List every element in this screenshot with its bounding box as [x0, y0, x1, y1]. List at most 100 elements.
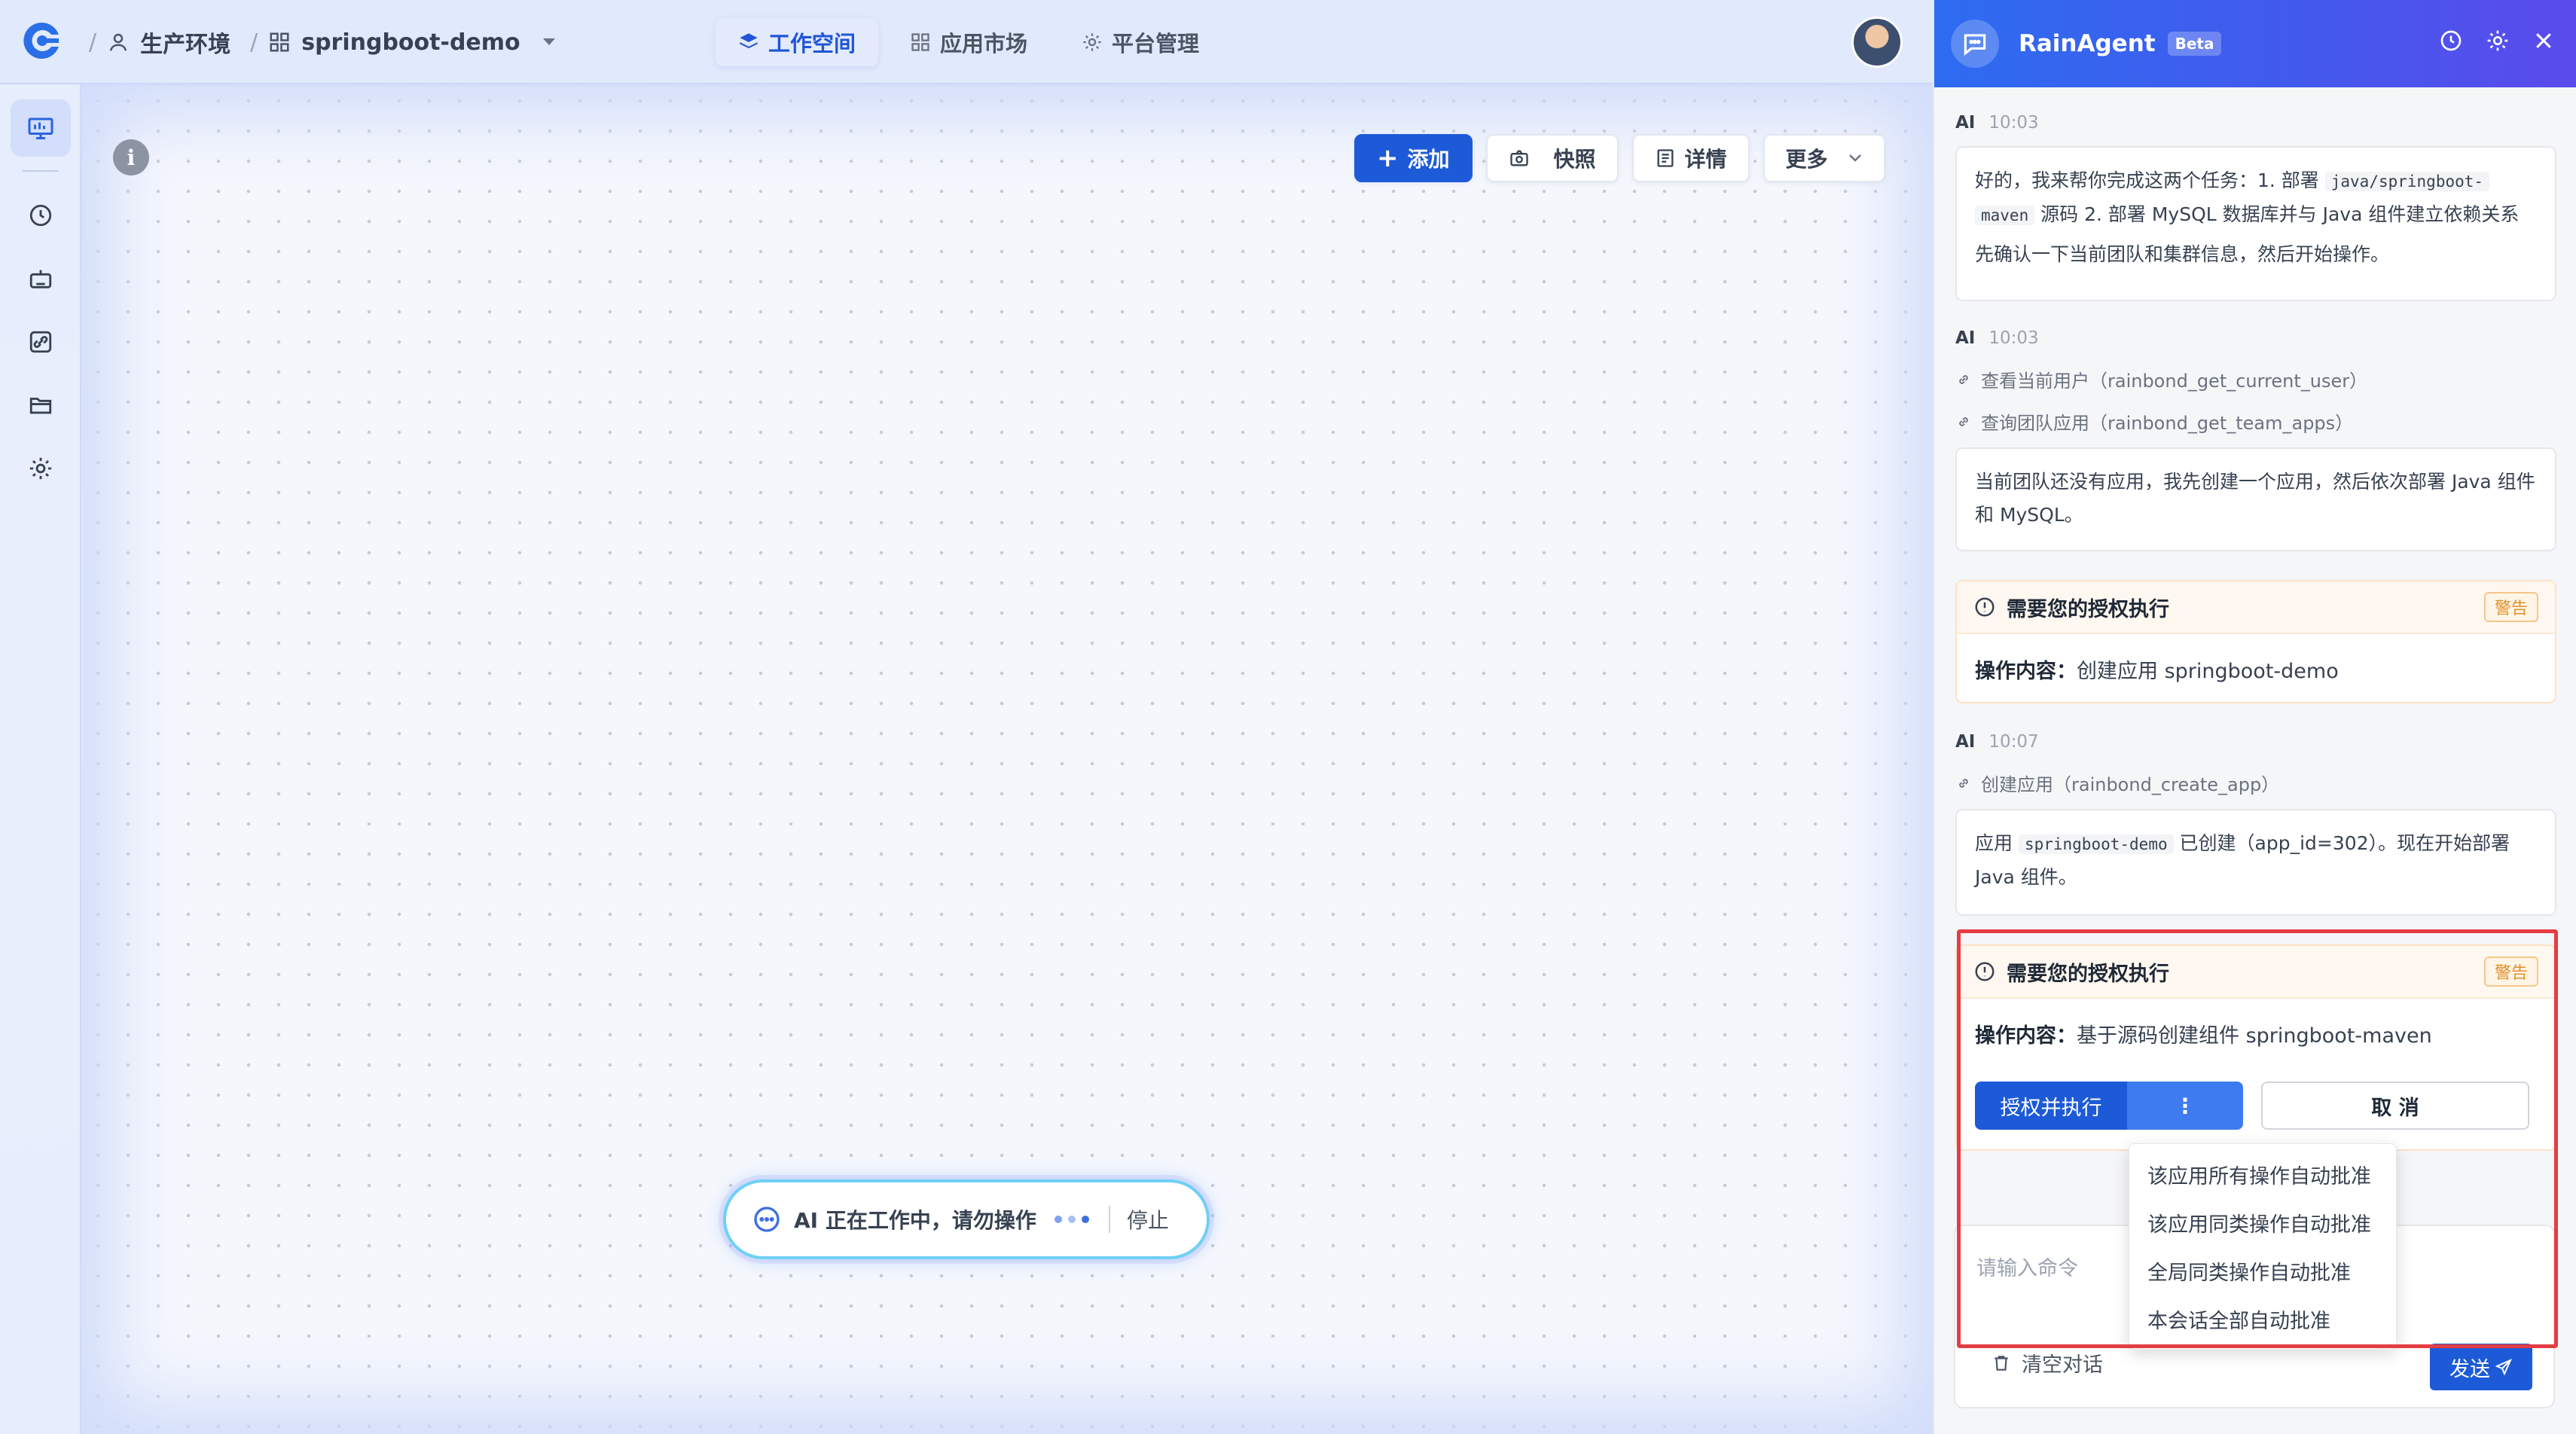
left-sidebar [0, 84, 81, 1434]
details-button-label: 详情 [1684, 147, 1727, 172]
agent-chat-icon [1951, 20, 1999, 68]
history-icon[interactable] [2439, 29, 2463, 53]
stop-button[interactable]: 停止 [1127, 1204, 1169, 1234]
message-bubble: 好的，我来帮你完成这两个任务：1. 部署 java/springboot- ma… [1955, 146, 2556, 301]
message-bubble: 应用 springboot-demo 已创建（app_id=302）。现在开始部… [1955, 809, 2556, 916]
info-icon-glyph: i [127, 145, 136, 170]
plus-icon: + [1377, 143, 1399, 173]
sidebar-item-settings[interactable] [11, 440, 71, 497]
message-text: 当前团队还没有应用，我先创建一个应用，然后依次部署 Java 组件和 MySQL… [1975, 471, 2535, 526]
add-button-label: 添加 [1407, 147, 1450, 172]
agent-title: RainAgent [2019, 30, 2156, 57]
approval-title: 需要您的授权执行 [2007, 597, 2169, 621]
top-navigation-bar: / 生产环境 / springboot-demo 工作空间 应用市场 平台管理 [0, 0, 1933, 84]
message-author: AI [1955, 732, 1976, 752]
approval-card: 需要您的授权执行 警告 操作内容： 创建应用 springboot-demo [1955, 580, 2556, 703]
message-meta: AI 10:07 [1955, 732, 2039, 752]
settings-icon[interactable] [2486, 29, 2510, 53]
message-time: 10:03 [1988, 113, 2039, 133]
canvas-toolbar: + 添加 快照 详情 更多 [1354, 134, 1885, 182]
auto-approve-menu: 该应用所有操作自动批准 该应用同类操作自动批准 全局同类操作自动批准 本会话全部… [2129, 1143, 2397, 1350]
menu-item-app-similar[interactable]: 该应用同类操作自动批准 [2129, 1198, 2396, 1246]
sidebar-item-links[interactable] [11, 313, 71, 371]
warning-tag: 警告 [2483, 592, 2538, 622]
approval-body: 操作内容： 基于源码创建组件 springboot-maven [1957, 999, 2555, 1068]
approval-title: 需要您的授权执行 [2007, 962, 2169, 986]
tab-workspace-label: 工作空间 [768, 31, 856, 56]
send-icon [2495, 1358, 2513, 1376]
approval-header: 需要您的授权执行 警告 [1957, 581, 2555, 634]
tool-call: 创建应用（rainbond_create_app） [1955, 770, 2279, 796]
grid-app-icon [268, 31, 291, 53]
approval-content: 创建应用 springboot-demo [2077, 659, 2339, 683]
info-icon[interactable]: i [113, 139, 149, 175]
alert-circle-icon [1973, 596, 1996, 618]
chat-bubble-icon [752, 1204, 782, 1234]
approve-execute-button[interactable]: 授权并执行 [1975, 1082, 2127, 1130]
main-nav-tabs: 工作空间 应用市场 平台管理 [716, 18, 1222, 66]
send-button-label: 发送 [2449, 1357, 2490, 1381]
tool-call: 查询团队应用（rainbond_get_team_apps） [1955, 408, 2353, 435]
chevron-down-icon [1848, 153, 1863, 163]
approve-options-button[interactable]: ⋮ [2127, 1082, 2243, 1130]
tool-call-label: 查看当前用户（rainbond_get_current_user） [1981, 371, 2368, 392]
warning-tag: 警告 [2483, 957, 2538, 987]
link-icon [1955, 413, 1972, 430]
menu-item-global-similar[interactable]: 全局同类操作自动批准 [2129, 1246, 2396, 1295]
sidebar-item-history[interactable] [11, 187, 71, 244]
tab-platform-admin-label: 平台管理 [1112, 31, 1200, 56]
beta-badge: Beta [2167, 32, 2222, 56]
clear-conversation-button[interactable]: 清空对话 [1992, 1348, 2103, 1378]
breadcrumb-app[interactable]: springboot-demo [301, 29, 520, 56]
rainbond-logo-icon[interactable] [21, 20, 63, 62]
message-text: 应用 springboot-demo 已创建（app_id=302）。现在开始部… [1975, 827, 2537, 894]
sidebar-item-files[interactable] [11, 377, 71, 434]
tab-app-market[interactable]: 应用市场 [887, 18, 1050, 66]
inline-code: maven [1975, 206, 2035, 225]
tab-workspace[interactable]: 工作空间 [716, 18, 879, 66]
user-avatar[interactable] [1851, 17, 1903, 68]
add-button[interactable]: + 添加 [1354, 134, 1473, 182]
message-time: 10:07 [1988, 732, 2039, 752]
cancel-button[interactable]: 取 消 [2261, 1082, 2529, 1130]
user-icon [107, 31, 130, 53]
pill-divider [1108, 1206, 1110, 1233]
sidebar-item-monitor[interactable] [11, 99, 71, 157]
details-button[interactable]: 详情 [1631, 134, 1750, 182]
breadcrumb-environment[interactable]: 生产环境 [140, 26, 230, 59]
ai-working-indicator: AI 正在工作中，请勿操作 停止 [723, 1179, 1210, 1259]
message-time: 10:03 [1988, 328, 2039, 348]
layers-icon [738, 32, 759, 53]
command-input-placeholder: 请输入命令 [1976, 1257, 2078, 1280]
sidebar-divider [23, 170, 59, 172]
inline-code: java/springboot- [2324, 172, 2490, 191]
clear-conversation-label: 清空对话 [2022, 1353, 2103, 1377]
gear-icon [1082, 32, 1103, 53]
workspace-app: / 生产环境 / springboot-demo 工作空间 应用市场 平台管理 … [0, 0, 1933, 1434]
menu-item-session-all[interactable]: 本会话全部自动批准 [2129, 1295, 2396, 1343]
close-icon[interactable] [2532, 29, 2555, 53]
gear-icon [28, 456, 53, 481]
approval-body: 操作内容： 创建应用 springboot-demo [1957, 634, 2555, 702]
message-text-part: 应用 [1975, 832, 2019, 854]
message-meta: AI 10:03 [1955, 113, 2039, 133]
message-author: AI [1955, 328, 1976, 348]
sidebar-item-agent[interactable] [11, 250, 71, 307]
approval-label: 操作内容： [1975, 659, 2077, 683]
approval-card-active: 需要您的授权执行 警告 操作内容： 基于源码创建组件 springboot-ma… [1955, 944, 2556, 1151]
message-text-part: 源码 2. 部署 MySQL 数据库并与 Java 组件建立依赖关系 [2034, 203, 2520, 225]
send-button[interactable]: 发送 [2430, 1344, 2532, 1390]
loading-dots-icon [1054, 1216, 1089, 1223]
approval-header: 需要您的授权执行 警告 [1957, 946, 2555, 999]
robot-icon [28, 266, 53, 291]
message-meta: AI 10:03 [1955, 328, 2039, 348]
caret-down-icon[interactable] [542, 37, 557, 47]
snapshot-button-label: 快照 [1553, 147, 1596, 172]
more-button[interactable]: 更多 [1763, 134, 1885, 182]
message-bubble: 当前团队还没有应用，我先创建一个应用，然后依次部署 Java 组件和 MySQL… [1955, 447, 2556, 551]
tab-platform-admin[interactable]: 平台管理 [1059, 18, 1222, 66]
camera-icon [1509, 148, 1530, 169]
snapshot-button[interactable]: 快照 [1485, 134, 1619, 182]
menu-item-app-all[interactable]: 该应用所有操作自动批准 [2129, 1150, 2396, 1198]
inline-code: springboot-demo [2018, 834, 2174, 854]
